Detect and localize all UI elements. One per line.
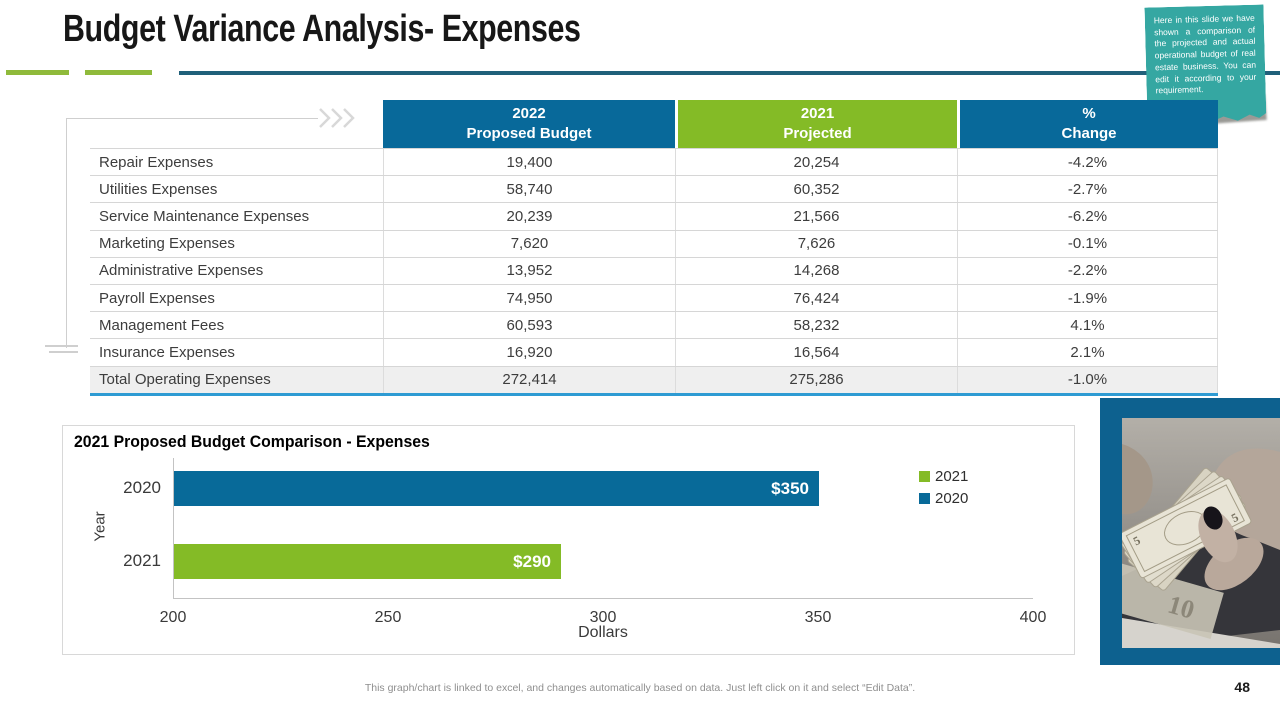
- table-row: Utilities Expenses 58,740 60,352 -2.7%: [90, 175, 1218, 203]
- table-cell-change: -2.2%: [957, 257, 1218, 284]
- chart-x-tick: 200: [159, 609, 187, 626]
- table-row: Payroll Expenses 74,950 76,424 -1.9%: [90, 283, 1218, 312]
- header-2022-year: 2022: [512, 105, 546, 122]
- table-cell-2021: 7,626: [675, 230, 957, 257]
- table-cell-label: Payroll Expenses: [99, 289, 215, 307]
- table-header-2022: 2022 Proposed Budget: [383, 100, 675, 148]
- table-cell-2022: 19,400: [383, 149, 675, 176]
- table-cell-2022: 20,239: [383, 203, 675, 230]
- table-cell-change: -1.9%: [957, 284, 1218, 312]
- table-row: Management Fees 60,593 58,232 4.1%: [90, 311, 1218, 339]
- table-row: Insurance Expenses 16,920 16,564 2.1%: [90, 338, 1218, 366]
- table-cell-2021: 76,424: [675, 284, 957, 312]
- chart-x-axis-label: Dollars: [578, 624, 628, 641]
- table-header-change: % Change: [957, 100, 1218, 148]
- legend-label: 2020: [935, 490, 969, 507]
- table-cell-2021: 275,286: [675, 366, 957, 393]
- header-change-caption: Change: [1061, 125, 1117, 142]
- slide: Budget Variance Analysis- Expenses Here …: [0, 0, 1280, 720]
- header-change-symbol: %: [1082, 105, 1096, 122]
- table-cell-2022: 58,740: [383, 176, 675, 203]
- table-cell-change: -2.7%: [957, 176, 1218, 203]
- table-cell-change: -4.2%: [957, 149, 1218, 176]
- table-cell-2022: 13,952: [383, 257, 675, 284]
- table-cell-change: -0.1%: [957, 230, 1218, 257]
- header-2021-caption: Projected: [783, 125, 852, 142]
- money-photo-panel: 10 5 5: [1100, 398, 1280, 665]
- bar-value-label: $290: [513, 551, 551, 571]
- table-cell-2021: 60,352: [675, 176, 957, 203]
- table-header-row: 2022 Proposed Budget 2021 Projected % Ch…: [90, 100, 1218, 148]
- table-cell-label: Marketing Expenses: [99, 235, 235, 253]
- table-cell-2022: 7,620: [383, 230, 675, 257]
- table-cell-change: -1.0%: [957, 366, 1218, 393]
- table-cell-label: Total Operating Expenses: [99, 371, 271, 389]
- table-cell-change: 2.1%: [957, 339, 1218, 366]
- table-body: Repair Expenses 19,400 20,254 -4.2% Utilitie…: [90, 148, 1218, 393]
- legend-item-2021: 2021: [919, 468, 968, 485]
- decorative-bracket-tick-1: [45, 345, 78, 347]
- table-cell-2022: 74,950: [383, 284, 675, 312]
- table-row: Repair Expenses 19,400 20,254 -4.2%: [90, 148, 1218, 176]
- table-cell-label: Repair Expenses: [99, 153, 214, 171]
- legend-label: 2021: [935, 468, 969, 485]
- table-cell-2021: 58,232: [675, 312, 957, 339]
- sticky-note-text: Here in this slide we have shown a compa…: [1153, 12, 1257, 96]
- title-accent-green-1: [6, 70, 69, 75]
- table-row: Administrative Expenses 13,952 14,268 -2.2%: [90, 256, 1218, 284]
- chart-plot-area: $350 $290: [173, 458, 1033, 599]
- chart-bar-2021: $290: [174, 544, 561, 579]
- legend-item-2020: 2020: [919, 490, 968, 507]
- table-cell-2022: 16,920: [383, 339, 675, 366]
- table-cell-2021: 14,268: [675, 257, 957, 284]
- page-title: Budget Variance Analysis- Expenses: [63, 8, 581, 50]
- money-hands-photo: 10 5 5: [1122, 418, 1280, 648]
- table-cell-2022: 60,593: [383, 312, 675, 339]
- bar-value-label: $350: [771, 478, 809, 498]
- table-cell-label: Administrative Expenses: [99, 262, 264, 280]
- page-number: 48: [1234, 679, 1250, 695]
- chart-category-label: 2020: [123, 478, 161, 497]
- decorative-bracket-left: [66, 118, 67, 348]
- title-accent-blue-line: [179, 71, 1280, 75]
- expenses-table: 2022 Proposed Budget 2021 Projected % Ch…: [90, 100, 1218, 396]
- title-accent-green-2: [85, 70, 152, 75]
- header-2021-year: 2021: [800, 105, 835, 122]
- table-cell-2021: 16,564: [675, 339, 957, 366]
- table-cell-2021: 21,566: [675, 203, 957, 230]
- legend-swatch-icon: [919, 493, 930, 504]
- chart-card: 2021 Proposed Budget Comparison - Expens…: [62, 425, 1075, 655]
- table-cell-label: Service Maintenance Expenses: [99, 207, 310, 225]
- table-row: Service Maintenance Expenses 20,239 21,566…: [90, 202, 1218, 230]
- table-cell-change: -6.2%: [957, 203, 1218, 230]
- chart-x-tick: 350: [804, 609, 832, 626]
- table-header-2021: 2021 Projected: [675, 100, 957, 148]
- chart-title: 2021 Proposed Budget Comparison - Expens…: [74, 432, 430, 451]
- table-cell-label: Insurance Expenses: [99, 343, 235, 361]
- table-cell-label: Utilities Expenses: [99, 180, 218, 198]
- table-total-row: Total Operating Expenses 272,414 275,286 -1…: [90, 365, 1218, 393]
- table-row: Marketing Expenses 7,620 7,626 -0.1%: [90, 229, 1218, 257]
- header-2022-caption: Proposed Budget: [466, 125, 592, 142]
- table-header-spacer: [90, 100, 383, 148]
- table-cell-2022: 272,414: [383, 366, 675, 393]
- chart-y-axis-label: Year: [91, 511, 109, 542]
- chart-bar-2020: $350: [174, 471, 819, 506]
- table-cell-label: Management Fees: [99, 316, 225, 334]
- table-cell-2021: 20,254: [675, 149, 957, 176]
- chart-legend: 2021 2020: [919, 468, 968, 512]
- legend-swatch-icon: [919, 471, 930, 482]
- footer-note: This graph/chart is linked to excel, and…: [364, 682, 916, 694]
- decorative-bracket-tick-2: [49, 351, 78, 353]
- chart-category-label: 2021: [123, 551, 161, 570]
- table-cell-change: 4.1%: [957, 312, 1218, 339]
- chart-x-tick: 400: [1019, 609, 1047, 626]
- chart-x-tick: 250: [374, 609, 402, 626]
